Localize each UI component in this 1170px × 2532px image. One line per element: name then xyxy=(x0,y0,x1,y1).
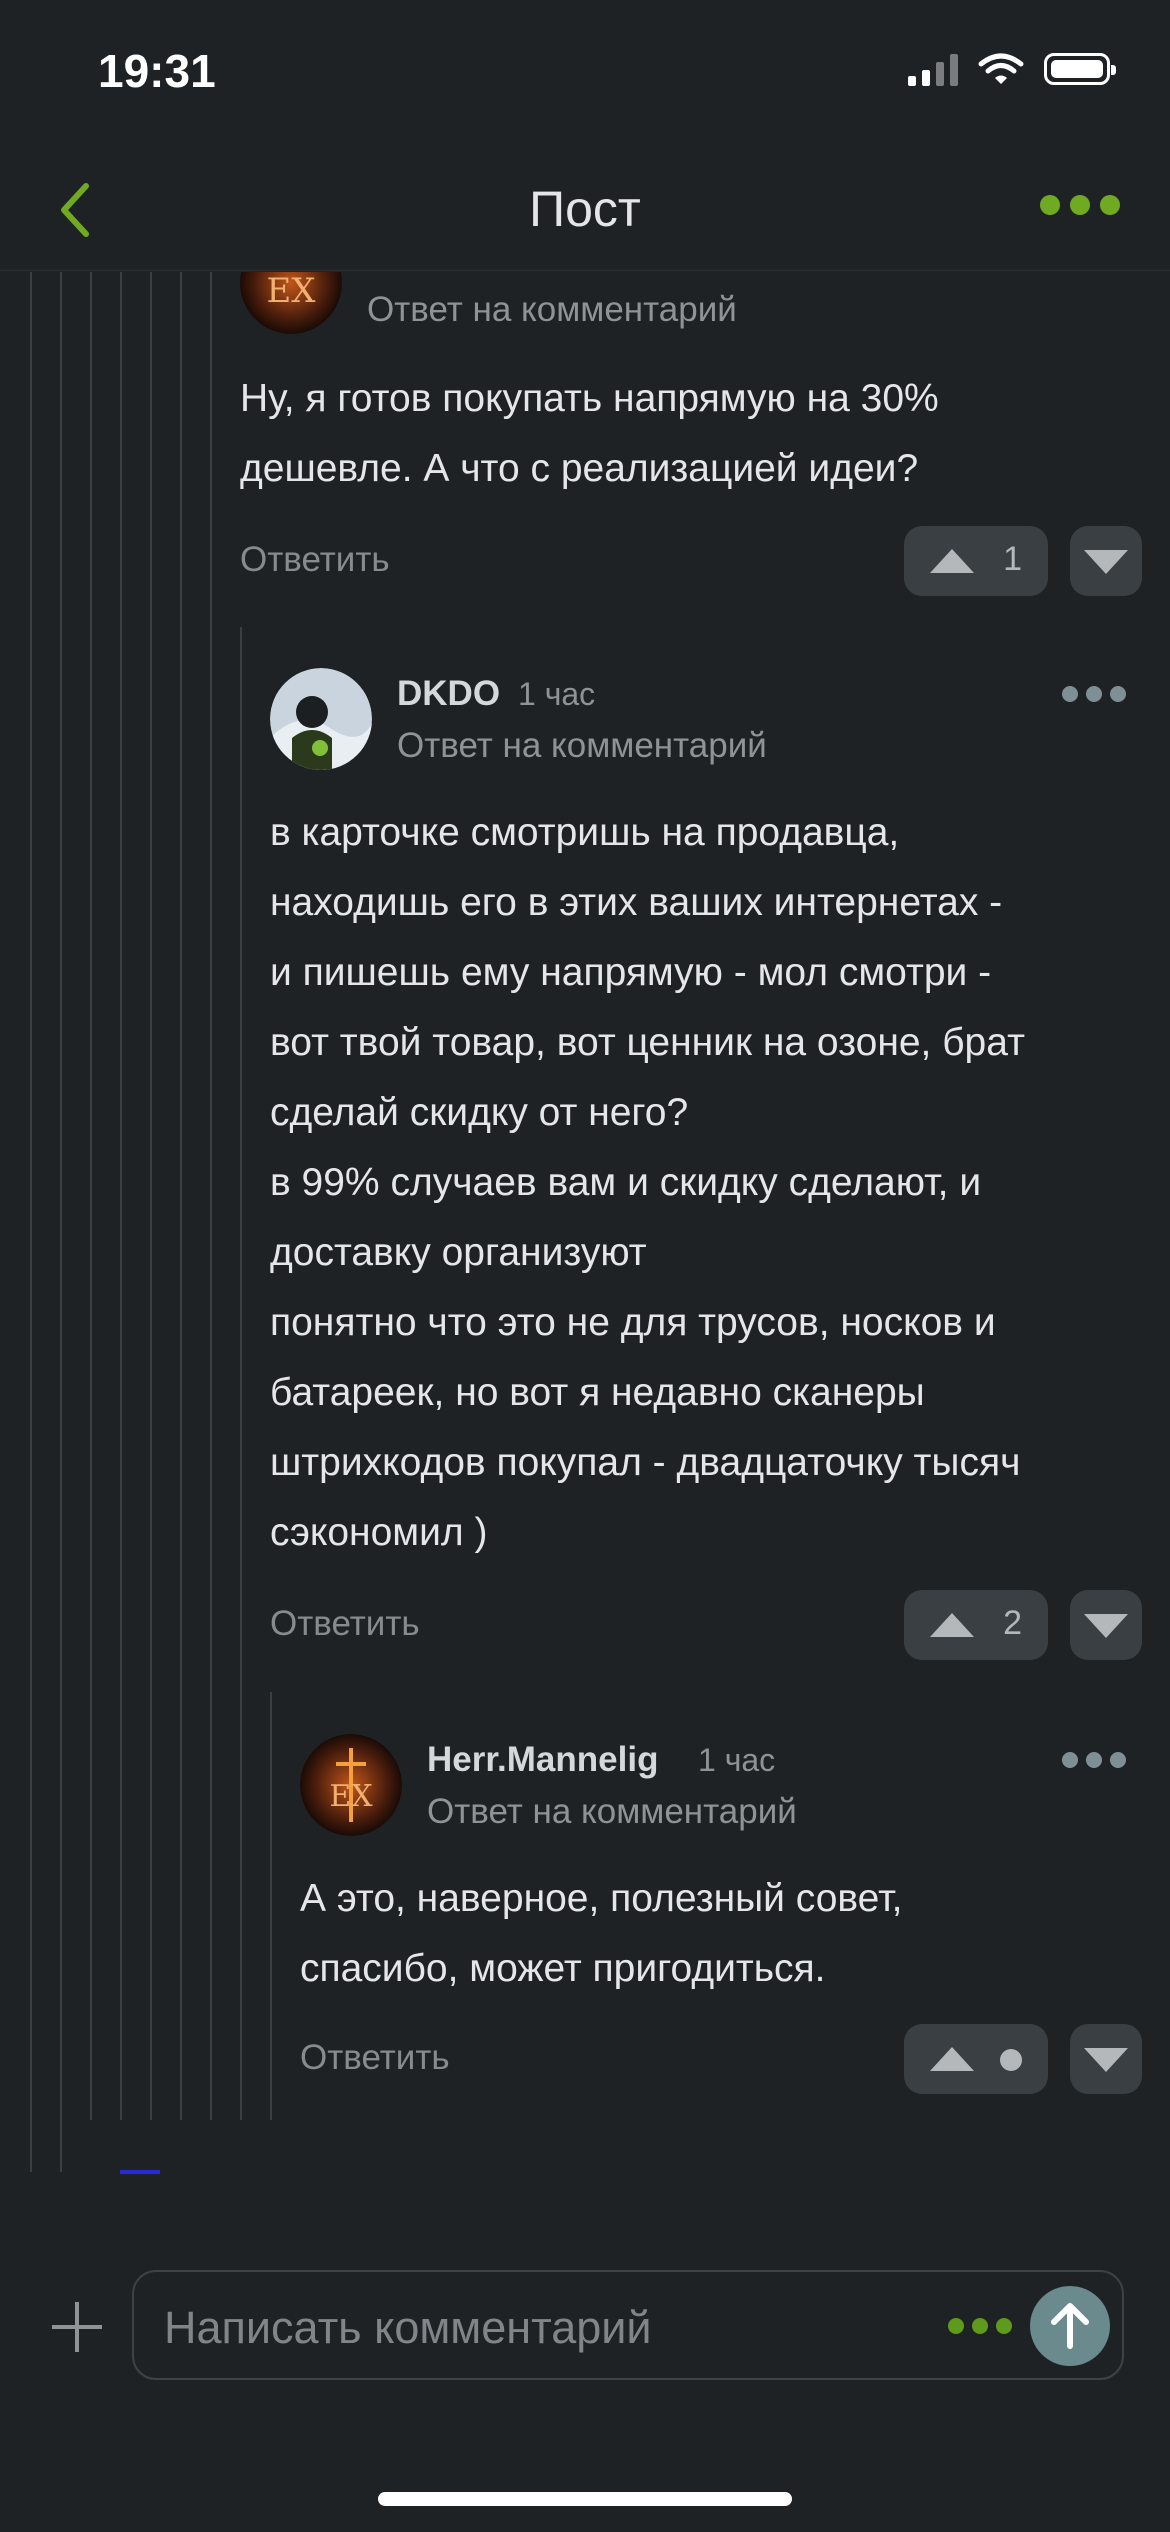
avatar[interactable]: EX xyxy=(300,1734,402,1836)
comment-line: А это, наверное, полезный совет, xyxy=(300,1877,903,1920)
comment-more-icon[interactable] xyxy=(1062,686,1126,702)
thread-line xyxy=(240,627,242,2120)
status-icons xyxy=(908,52,1116,86)
arrow-up-send-icon xyxy=(1051,2303,1089,2349)
comment-time: 1 час xyxy=(518,676,596,712)
vote-count: 1 xyxy=(1003,540,1022,578)
thread-line xyxy=(60,272,62,2172)
comment-line: штрихкодов покупал - двадцаточку тысяч xyxy=(270,1441,1021,1484)
thread-line xyxy=(30,272,32,2172)
scroll-marker xyxy=(120,2170,160,2174)
arrow-down-icon xyxy=(1084,1614,1128,1638)
cellular-signal-icon xyxy=(908,52,958,86)
comment-input[interactable]: Написать комментарий xyxy=(132,2270,1124,2380)
comment-line: в 99% случаев вам и скидку сделают, и xyxy=(270,1161,982,1204)
thread-line xyxy=(270,1692,272,2120)
reply-button[interactable]: Ответить xyxy=(240,540,390,580)
svg-text:EX: EX xyxy=(266,272,316,311)
comment-line: в карточке смотришь на продавца, xyxy=(270,811,900,854)
add-attachment-icon[interactable] xyxy=(48,2298,106,2356)
comment-line: сделай скидку от него? xyxy=(270,1091,689,1134)
comment-more-icon[interactable] xyxy=(1062,1752,1126,1768)
downvote-button[interactable] xyxy=(1070,1590,1142,1660)
avatar[interactable]: EX xyxy=(240,272,342,334)
wifi-icon xyxy=(978,53,1024,84)
navbar: Пост xyxy=(0,150,1170,271)
typing-dots-icon[interactable] xyxy=(948,2318,1012,2334)
comment-thread[interactable]: EX Ответ на комментарий Ну, я готов поку… xyxy=(0,272,1170,2180)
comment-line: батареек, но вот я недавно сканеры xyxy=(270,1371,925,1414)
comment-text: в карточке смотришь на продавца, находиш… xyxy=(270,798,1150,1568)
downvote-button[interactable] xyxy=(1070,526,1142,596)
vote-count: 2 xyxy=(1003,1604,1022,1642)
arrow-down-icon xyxy=(1084,2048,1128,2072)
home-indicator[interactable] xyxy=(378,2492,792,2506)
thread-line xyxy=(120,272,122,2120)
comment-line: и пишешь ему напрямую - мол смотри - xyxy=(270,951,992,994)
upvote-button[interactable]: 2 xyxy=(904,1590,1048,1660)
thread-line xyxy=(150,272,152,2120)
vote-count-dot-icon xyxy=(1000,2049,1022,2071)
arrow-up-icon xyxy=(930,2047,974,2071)
reply-button[interactable]: Ответить xyxy=(270,1604,420,1644)
comment-composer: Написать комментарий xyxy=(0,2270,1170,2390)
thread-line xyxy=(180,272,182,2120)
comment-line: понятно что это не для трусов, носков и xyxy=(270,1301,996,1344)
author-name[interactable]: DKDO xyxy=(397,674,500,714)
battery-icon xyxy=(1044,53,1116,85)
comment-line: спасибо, может пригодиться. xyxy=(300,1947,826,1990)
avatar[interactable] xyxy=(270,668,372,770)
page-title: Пост xyxy=(529,181,641,237)
reply-button[interactable]: Ответить xyxy=(300,2038,450,2078)
author-name[interactable]: Herr.Mannelig xyxy=(427,1740,658,1780)
status-time: 19:31 xyxy=(98,45,216,97)
send-button[interactable] xyxy=(1030,2286,1110,2366)
comment-time: 1 час xyxy=(698,1742,776,1778)
reply-to-label: Ответ на комментарий xyxy=(367,290,737,329)
upvote-button[interactable] xyxy=(904,2024,1048,2094)
arrow-down-icon xyxy=(1084,550,1128,574)
downvote-button[interactable] xyxy=(1070,2024,1142,2094)
more-options-icon[interactable] xyxy=(1040,195,1120,215)
status-bar: 19:31 xyxy=(0,0,1170,150)
comment-line: находишь его в этих ваших интернетах - xyxy=(270,881,1003,924)
arrow-up-icon xyxy=(930,1613,974,1637)
comment-line: сэкономил ) xyxy=(270,1511,488,1554)
upvote-button[interactable]: 1 xyxy=(904,526,1048,596)
thread-line xyxy=(210,272,212,2120)
comment-input-placeholder: Написать комментарий xyxy=(164,2302,652,2353)
comment-line: вот твой товар, вот ценник на озоне, бра… xyxy=(270,1021,1025,1064)
comment-text: А это, наверное, полезный совет, спасибо… xyxy=(300,1864,1140,2004)
reply-to-label: Ответ на комментарий xyxy=(397,726,767,765)
thread-line xyxy=(90,272,92,2120)
arrow-up-icon xyxy=(930,549,974,573)
reply-to-label: Ответ на комментарий xyxy=(427,1792,797,1831)
svg-text:EX: EX xyxy=(329,1779,373,1814)
comment-text: Ну, я готов покупать напрямую на 30% деш… xyxy=(240,377,939,490)
comment-line: доставку организуют xyxy=(270,1231,647,1274)
